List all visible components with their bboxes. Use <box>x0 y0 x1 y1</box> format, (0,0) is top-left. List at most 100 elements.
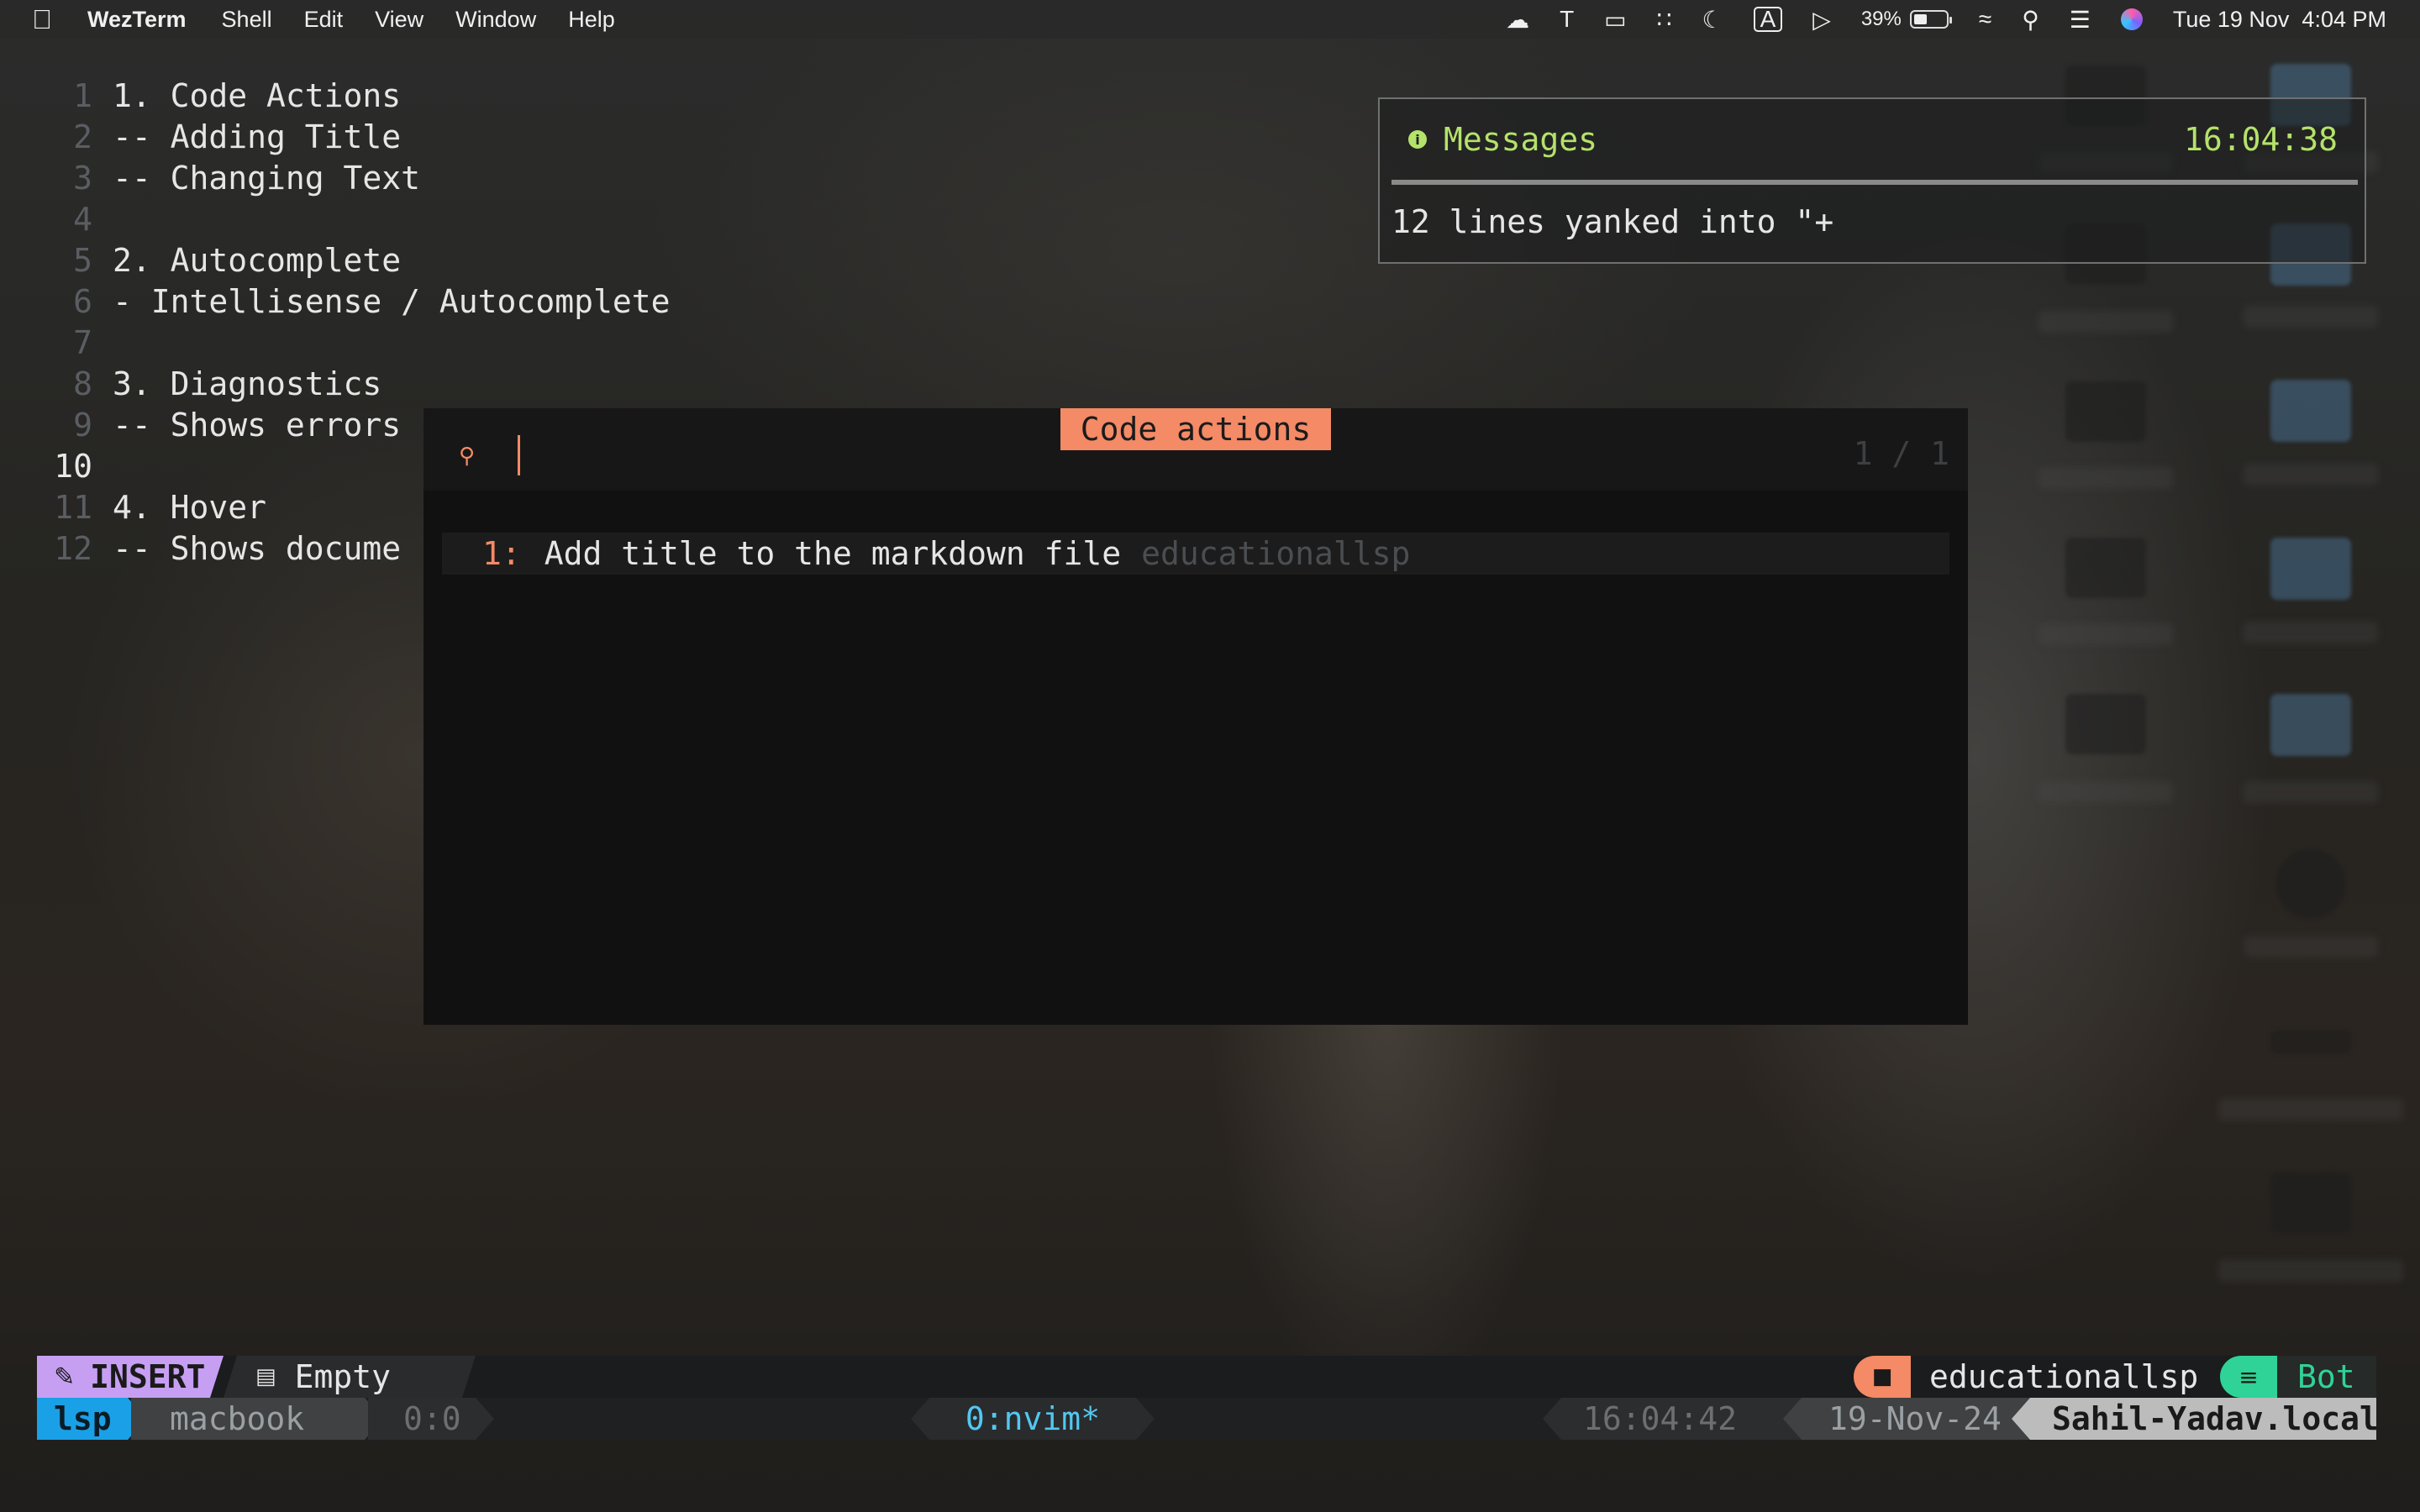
text-tool-icon[interactable]: T <box>1560 6 1574 33</box>
editor-line[interactable]: 6 - Intellisense / Autocomplete <box>0 283 670 324</box>
desktop-icon-label <box>2039 467 2173 489</box>
messages-header: i Messages <box>1408 121 1597 158</box>
desktop-folder-icon[interactable] <box>2270 380 2351 442</box>
code-action-index: 1: <box>482 535 521 572</box>
editor-line[interactable]: 10 <box>0 448 113 489</box>
line-number: 2 <box>73 118 92 155</box>
code-actions-search-input[interactable] <box>518 435 1778 475</box>
line-text: -- Shows errors <box>113 407 402 444</box>
desktop-icon-label <box>2244 936 2378 958</box>
menu-help[interactable]: Help <box>568 7 615 33</box>
line-text: 4. Hover <box>113 489 267 526</box>
line-number: 12 <box>54 530 92 567</box>
messages-progress-bar <box>1392 180 2358 185</box>
desktop-file-icon[interactable] <box>2270 1173 2351 1233</box>
desktop-icon-label <box>2244 622 2378 643</box>
menu-bar:  WezTerm Shell Edit View Window Help ☁ … <box>0 0 2420 39</box>
editor-line[interactable]: 5 2. Autocomplete <box>0 242 401 283</box>
display-icon[interactable]: ▭ <box>1604 6 1626 34</box>
line-number: 10 <box>54 448 92 485</box>
editor-line[interactable]: 8 3. Diagnostics <box>0 365 381 407</box>
line-text: -- Shows docume <box>113 530 402 567</box>
pencil-icon: ✎ <box>54 1362 76 1392</box>
menu-view[interactable]: View <box>375 7 424 33</box>
tmux-session[interactable]: lsp <box>37 1398 146 1440</box>
cloud-icon[interactable]: ☁ <box>1506 6 1529 34</box>
desktop-folder-icon[interactable] <box>2270 538 2351 600</box>
nvim-statusline: ✎ INSERT ▤ Empty ■ educationallsp ≡ Bot <box>37 1356 2376 1398</box>
menu-shell[interactable]: Shell <box>222 7 272 33</box>
file-status: ▤ Empty <box>224 1356 476 1398</box>
menu-bar-tray: ☁ T ▭ ∷ ☾ A ▷ 39% ≈ ⚲ ☰ Tue 19 Nov 4:04 … <box>1506 6 2420 34</box>
line-text: 3. Diagnostics <box>113 365 382 402</box>
editor-line[interactable]: 4 <box>0 201 113 242</box>
menu-edit[interactable]: Edit <box>304 7 344 33</box>
mode-label: INSERT <box>90 1358 206 1395</box>
menu-window[interactable]: Window <box>455 7 536 33</box>
desktop-icon-label <box>2218 1099 2403 1121</box>
editor-line[interactable]: 2 -- Adding Title <box>0 118 401 160</box>
info-icon: i <box>1408 130 1427 149</box>
keyboard-input-icon[interactable]: A <box>1753 7 1783 32</box>
control-center-icon[interactable]: ☰ <box>2070 6 2091 34</box>
line-number: 9 <box>73 407 92 444</box>
line-text: 2. Autocomplete <box>113 242 402 279</box>
play-circle-icon[interactable]: ▷ <box>1812 6 1831 34</box>
dots-icon[interactable]: ∷ <box>1657 6 1672 34</box>
code-action-source: educationallsp <box>1141 535 1411 572</box>
line-text: -- Adding Title <box>113 118 402 155</box>
line-number: 6 <box>73 283 92 320</box>
line-text: - Intellisense / Autocomplete <box>113 283 671 320</box>
line-number: 7 <box>73 324 92 361</box>
line-text: 1. Code Actions <box>113 77 402 114</box>
battery-percent: 39% <box>1860 8 1902 30</box>
code-action-item[interactable]: 1: Add title to the markdown file educat… <box>442 533 1949 575</box>
line-text: -- Changing Text <box>113 160 421 197</box>
menu-bar-clock[interactable]: Tue 19 Nov 4:04 PM <box>2173 7 2386 33</box>
apple-logo-icon[interactable]:  <box>32 4 52 35</box>
tmux-pane: 0:0 <box>368 1398 494 1440</box>
app-name-menu[interactable]: WezTerm <box>87 7 187 33</box>
editor-line[interactable]: 9 -- Shows errors <box>0 407 401 448</box>
tmux-time: 16:04:42 <box>1543 1398 1803 1440</box>
messages-body: 12 lines yanked into "+ <box>1392 203 1834 240</box>
project-name: educationallsp <box>1929 1358 2199 1395</box>
editor-line[interactable]: 3 -- Changing Text <box>0 160 420 201</box>
editor-line[interactable]: 1 1. Code Actions <box>0 77 401 118</box>
desktop-file-icon[interactable] <box>2065 694 2146 754</box>
spotlight-search-icon[interactable]: ⚲ <box>2022 6 2039 34</box>
desktop-icon-label <box>2244 464 2378 486</box>
tmux-statusline: lsp macbook 0:0 0:nvim* 16:04:42 19-Nov-… <box>37 1398 2376 1440</box>
tmux-hostname: Sahil-Yadav.local <box>2012 1398 2376 1440</box>
siri-icon[interactable] <box>2120 8 2143 30</box>
moon-icon[interactable]: ☾ <box>1702 6 1723 34</box>
desktop-icon-label <box>2244 781 2378 803</box>
desktop-icon-label <box>2039 311 2173 333</box>
code-actions-popup: Code actions ⚲ 1 / 1 1: Add title to the… <box>424 408 1968 1025</box>
result-counter: 1 / 1 <box>1853 435 1949 472</box>
battery-icon <box>1909 10 1952 29</box>
desktop-app-icon[interactable] <box>2275 848 2346 919</box>
tmux-host: macbook <box>131 1398 383 1440</box>
desktop-file-icon[interactable] <box>2270 1030 2351 1053</box>
search-icon: ⚲ <box>459 444 476 469</box>
code-action-label: Add title to the markdown file <box>544 535 1122 572</box>
messages-notification: i Messages 16:04:38 12 lines yanked into… <box>1378 97 2366 264</box>
desktop-folder-icon[interactable] <box>2270 694 2351 756</box>
lines-icon: ≡ <box>2220 1356 2277 1398</box>
wifi-icon[interactable]: ≈ <box>1979 6 1991 33</box>
tmux-window-tab[interactable]: 0:nvim* <box>911 1398 1155 1440</box>
tmux-date: 19-Nov-24 <box>1783 1398 2035 1440</box>
editor-line[interactable]: 7 <box>0 324 113 365</box>
mode-indicator: ✎ INSERT <box>37 1356 224 1398</box>
battery-status[interactable]: 39% <box>1860 8 1952 31</box>
line-number: 8 <box>73 365 92 402</box>
line-number: 4 <box>73 201 92 238</box>
desktop-file-icon[interactable] <box>2065 381 2146 442</box>
desktop-file-icon[interactable] <box>2065 538 2146 598</box>
editor-line[interactable]: 11 4. Hover <box>0 489 266 530</box>
editor-line[interactable]: 12 -- Shows docume <box>0 530 401 571</box>
scroll-position: Bot <box>2277 1356 2376 1398</box>
desktop-icon-label <box>2218 1260 2403 1282</box>
desktop-icon-label <box>2244 306 2378 328</box>
